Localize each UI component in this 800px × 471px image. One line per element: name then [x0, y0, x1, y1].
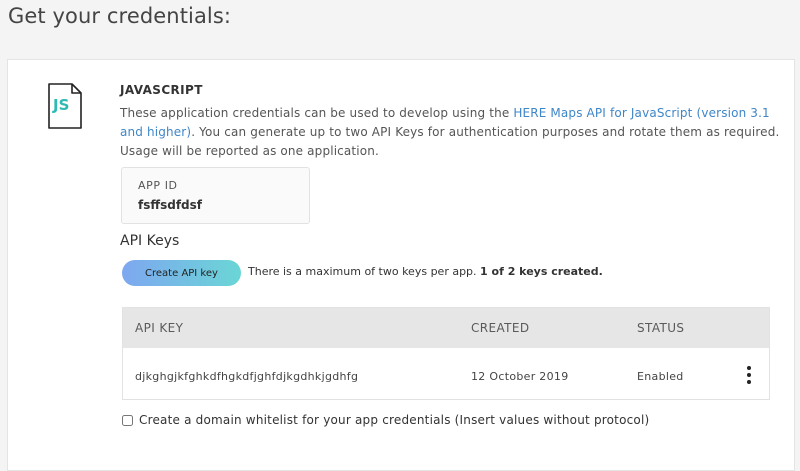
credentials-card: JS JAVASCRIPT These application credenti… — [7, 59, 795, 471]
domain-whitelist-label: Create a domain whitelist for your app c… — [139, 413, 650, 427]
api-key-value[interactable]: djkghgjkfghkdfhgkdfjghfdjkgdhkjgdhfg — [135, 370, 358, 383]
page-title: Get your credentials: — [8, 4, 232, 28]
api-keys-count: 1 of 2 keys created. — [480, 265, 603, 278]
status-value: Enabled — [637, 370, 684, 383]
description-text: These application credentials can be use… — [120, 106, 514, 120]
kebab-menu-icon[interactable] — [743, 365, 755, 385]
api-keys-note: There is a maximum of two keys per app. … — [248, 265, 603, 278]
app-id-box: APP ID fsffsdfdsf — [121, 167, 310, 224]
header-status: STATUS — [637, 321, 685, 335]
section-description: These application credentials can be use… — [120, 104, 780, 161]
created-date: 12 October 2019 — [471, 370, 569, 383]
domain-whitelist-checkbox[interactable] — [122, 414, 133, 426]
app-id-value: fsffsdfdsf — [138, 198, 202, 212]
js-file-icon: JS — [48, 83, 82, 129]
create-api-key-button[interactable]: Create API key — [122, 260, 241, 286]
js-icon-label: JS — [52, 96, 69, 114]
table-header: API KEY CREATED STATUS — [123, 308, 769, 348]
description-text-rest: . You can generate up to two API Keys fo… — [120, 125, 780, 158]
api-keys-max-note: There is a maximum of two keys per app. — [248, 265, 477, 278]
app-id-label: APP ID — [138, 179, 178, 192]
api-keys-title: API Keys — [120, 233, 180, 249]
domain-whitelist-option[interactable]: Create a domain whitelist for your app c… — [122, 413, 649, 427]
header-created: CREATED — [471, 321, 530, 335]
header-api-key: API KEY — [135, 321, 184, 335]
section-title: JAVASCRIPT — [120, 83, 203, 97]
api-keys-table: API KEY CREATED STATUS djkghgjkfghkdfhgk… — [122, 307, 770, 400]
